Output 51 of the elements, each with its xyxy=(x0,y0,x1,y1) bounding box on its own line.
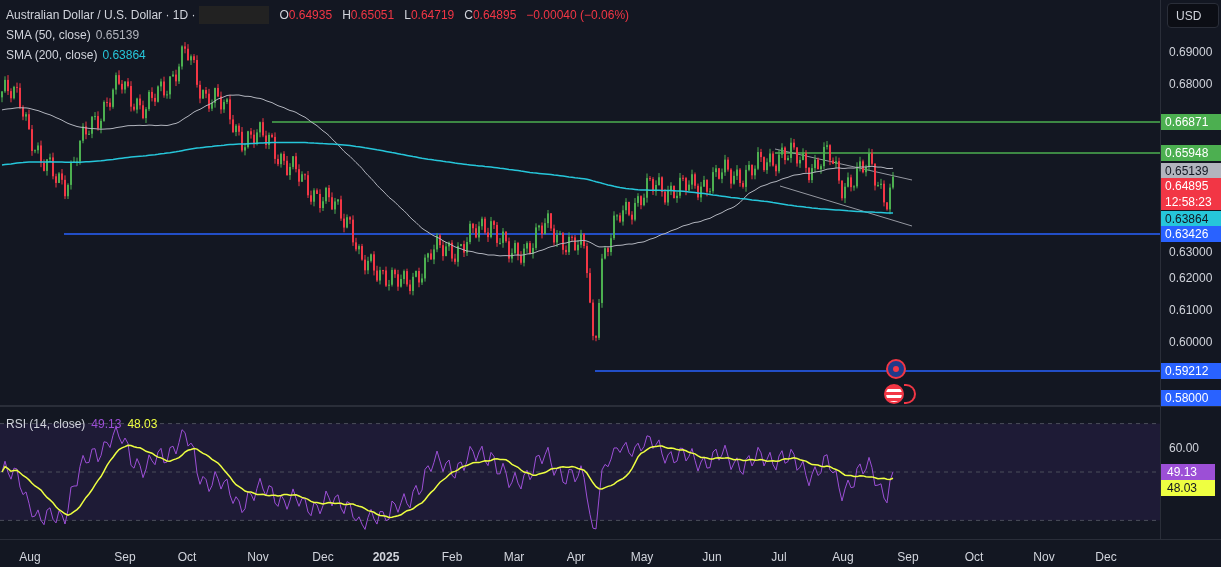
time-axis-label: Mar xyxy=(503,549,525,566)
time-axis-label: Dec xyxy=(1095,549,1117,566)
price-axis-tick: 0.62000 xyxy=(1169,270,1213,287)
currency-button[interactable]: USD xyxy=(1167,3,1219,28)
rsi-axis-tick: 60.00 xyxy=(1169,439,1200,457)
price-label: 0.63864 xyxy=(1161,211,1221,227)
time-axis-label: Dec xyxy=(312,549,334,566)
price-label: 0.64895 12:58:23 xyxy=(1161,178,1221,210)
price-axis-tick: 0.60000 xyxy=(1169,334,1213,351)
ohlc-value: C0.64895 xyxy=(464,7,517,24)
price-axis-tick: 0.68000 xyxy=(1169,76,1213,93)
time-axis-label: Sep xyxy=(897,549,919,566)
indicator-label: SMA (50, close) xyxy=(6,27,91,44)
time-axis-label: Feb xyxy=(441,549,463,566)
price-label: 0.66871 xyxy=(1161,114,1221,130)
indicator-value: 0.63864 xyxy=(102,47,146,64)
time-axis-label: May xyxy=(630,549,654,566)
rsi-price-label: 49.13 xyxy=(1161,464,1215,480)
flag-icon xyxy=(886,359,906,379)
time-axis-label: Nov xyxy=(247,549,269,566)
price-label: 0.58000 xyxy=(1161,390,1221,406)
time-axis-label: Oct xyxy=(964,549,984,566)
ohlc-value: O0.64935 xyxy=(279,7,333,24)
price-label: 0.63426 xyxy=(1161,226,1221,242)
ohlc-value: L0.64719 xyxy=(404,7,455,24)
countdown-timer: 12:58:23 xyxy=(1165,194,1213,210)
time-axis-label: Jun xyxy=(702,549,722,566)
price-label: 0.59212 xyxy=(1161,363,1221,379)
price-axis-tick: 0.61000 xyxy=(1169,302,1213,319)
rsi-label: RSI (14, close) xyxy=(6,416,86,433)
price-axis-tick: 0.63000 xyxy=(1169,244,1213,261)
rsi-ma-value: 48.03 xyxy=(127,416,158,433)
time-axis-label: 2025 xyxy=(372,549,400,566)
time-axis-label: Aug xyxy=(19,549,41,566)
symbol-title: Australian Dollar / U.S. Dollar · 1D · xyxy=(6,7,196,24)
indicator-label: SMA (200, close) xyxy=(6,47,98,64)
ohlc-value: H0.65051 xyxy=(342,7,395,24)
time-axis-label: Oct xyxy=(177,549,197,566)
time-axis-label: Nov xyxy=(1033,549,1055,566)
price-label: 0.65948 xyxy=(1161,145,1221,161)
rsi-value: 49.13 xyxy=(91,416,122,433)
price-axis-tick: 0.69000 xyxy=(1169,44,1213,61)
price-label: 0.65139 xyxy=(1161,163,1221,179)
indicator-value: 0.65139 xyxy=(95,27,140,44)
time-axis-label: Apr xyxy=(566,549,586,566)
time-axis-label: Aug xyxy=(832,549,854,566)
time-axis-label: Jul xyxy=(771,549,787,566)
rsi-price-label: 48.03 xyxy=(1161,480,1215,496)
flag-icon xyxy=(884,384,916,404)
time-axis-label: Sep xyxy=(114,549,136,566)
price-change: −0.00040 (−0.06%) xyxy=(526,7,630,24)
